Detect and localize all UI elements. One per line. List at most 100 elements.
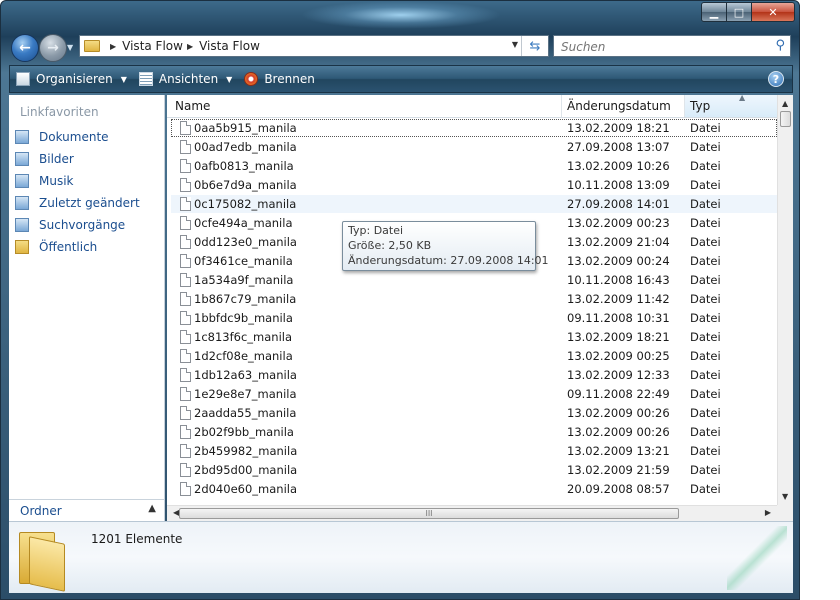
file-icon <box>180 406 191 420</box>
file-name: 2b459982_manila <box>194 444 298 458</box>
breadcrumb-item[interactable]: Vista Flow <box>199 39 260 53</box>
table-row[interactable]: 2d040e60_manila 20.09.2008 08:57 Datei <box>171 480 777 498</box>
search-input[interactable] <box>559 37 763 57</box>
file-type: Datei <box>690 292 721 306</box>
file-date: 10.11.2008 13:09 <box>567 178 670 192</box>
nav-item-label: Bilder <box>39 152 74 166</box>
table-row[interactable]: 1bbfdc9b_manila 09.11.2008 10:31 Datei <box>171 309 777 327</box>
file-icon <box>180 368 191 382</box>
views-label: Ansichten <box>158 72 219 86</box>
file-date: 13.02.2009 18:21 <box>567 121 670 135</box>
burn-label: Brennen <box>264 72 315 86</box>
file-name: 1c813f6c_manila <box>194 330 293 344</box>
file-type: Datei <box>690 178 721 192</box>
command-bar: Organisieren ▼ Ansichten ▼ Brennen ? <box>9 65 793 93</box>
history-dropdown-icon[interactable]: ▼ <box>67 43 73 52</box>
recent-icon <box>15 196 29 210</box>
file-type: Datei <box>690 482 721 496</box>
table-row[interactable]: 0aa5b915_manila 13.02.2009 18:21 Datei <box>171 119 777 137</box>
table-row[interactable]: 0b6e7d9a_manila 10.11.2008 13:09 Datei <box>171 176 777 194</box>
table-row[interactable]: 1e29e8e7_manila 09.11.2008 22:49 Datei <box>171 385 777 403</box>
table-row[interactable]: 2bd95d00_manila 13.02.2009 21:59 Datei <box>171 461 777 479</box>
maximize-button[interactable]: □ <box>727 2 752 22</box>
burn-button[interactable]: Brennen <box>238 66 320 92</box>
column-header-date[interactable]: Änderungsdatum <box>567 99 671 113</box>
horizontal-scrollbar[interactable]: ◀ III ▶ <box>167 505 777 521</box>
views-button[interactable]: Ansichten ▼ <box>133 66 238 92</box>
back-button[interactable]: ← <box>11 34 39 62</box>
nav-item-label: Suchvorgänge <box>39 218 126 232</box>
file-date: 27.09.2008 13:07 <box>567 140 670 154</box>
minimize-button[interactable]: ▁ <box>701 2 727 22</box>
file-name: 0c175082_manila <box>194 197 297 211</box>
horizontal-scroll-thumb[interactable]: III <box>179 508 679 519</box>
scroll-up-icon[interactable]: ▲ <box>782 99 788 108</box>
forward-button[interactable]: → <box>39 34 67 62</box>
table-row[interactable]: 1c813f6c_manila 13.02.2009 18:21 Datei <box>171 328 777 346</box>
column-divider[interactable] <box>684 95 685 117</box>
navigation-pane: Linkfavoriten Dokumente Bilder Musik Zul… <box>9 95 165 521</box>
nav-item-public[interactable]: Öffentlich <box>15 237 161 257</box>
nav-item-pictures[interactable]: Bilder <box>15 149 161 169</box>
table-row[interactable]: 1a534a9f_manila 10.11.2008 16:43 Datei <box>171 271 777 289</box>
file-info-tooltip: Typ: Datei Größe: 2,50 KB Änderungsdatum… <box>342 221 549 271</box>
table-row[interactable]: 1db12a63_manila 13.02.2009 12:33 Datei <box>171 366 777 384</box>
file-date: 13.02.2009 00:26 <box>567 425 670 439</box>
file-icon <box>180 216 191 230</box>
file-type: Datei <box>690 444 721 458</box>
vertical-scroll-thumb[interactable] <box>780 111 791 127</box>
folders-toggle[interactable]: Ordner ▲ <box>9 499 165 521</box>
table-row[interactable]: 00ad7edb_manila 27.09.2008 13:07 Datei <box>171 138 777 156</box>
address-bar[interactable]: ▶ Vista Flow ▶ Vista Flow ▼ ⇆ <box>79 35 549 57</box>
organize-button[interactable]: Organisieren ▼ <box>10 66 133 92</box>
file-name: 1b867c79_manila <box>194 292 297 306</box>
nav-item-label: Musik <box>39 174 74 188</box>
address-dropdown-icon[interactable]: ▼ <box>512 40 518 49</box>
scroll-right-icon[interactable]: ▶ <box>765 508 771 517</box>
file-type: Datei <box>690 254 721 268</box>
table-row[interactable]: 0afb0813_manila 13.02.2009 10:26 Datei <box>171 157 777 175</box>
help-icon[interactable]: ? <box>768 71 784 87</box>
file-type: Datei <box>690 235 721 249</box>
file-name: 0afb0813_manila <box>194 159 294 173</box>
file-date: 27.09.2008 14:01 <box>567 197 670 211</box>
tooltip-modified: Änderungsdatum: 27.09.2008 14:01 <box>348 254 549 267</box>
file-icon <box>180 387 191 401</box>
file-type: Datei <box>690 463 721 477</box>
column-header-name[interactable]: Name <box>175 99 210 113</box>
breadcrumb-item[interactable]: Vista Flow <box>122 39 183 53</box>
scroll-down-icon[interactable]: ▼ <box>782 492 788 501</box>
folder-icon <box>84 40 100 52</box>
search-icon[interactable]: ⚲ <box>775 38 785 53</box>
breadcrumb-arrow-icon[interactable]: ▶ <box>110 42 116 51</box>
breadcrumb-arrow-icon[interactable]: ▶ <box>187 42 193 51</box>
refresh-icon[interactable]: ⇆ <box>521 36 548 56</box>
column-header-type[interactable]: Typ <box>690 99 710 113</box>
title-bar[interactable]: ▁ □ ✕ <box>1 1 799 29</box>
search-box[interactable]: ⚲ <box>553 35 791 57</box>
table-row[interactable]: 2aadda55_manila 13.02.2009 00:26 Datei <box>171 404 777 422</box>
nav-item-documents[interactable]: Dokumente <box>15 127 161 147</box>
file-date: 09.11.2008 22:49 <box>567 387 670 401</box>
music-icon <box>15 174 29 188</box>
burn-disc-icon <box>244 72 259 86</box>
title-bar-glow <box>301 1 501 29</box>
close-button[interactable]: ✕ <box>752 2 795 22</box>
file-icon <box>180 159 191 173</box>
table-row[interactable]: 1d2cf08e_manila 13.02.2009 00:25 Datei <box>171 347 777 365</box>
nav-item-searches[interactable]: Suchvorgänge <box>15 215 161 235</box>
nav-item-recent[interactable]: Zuletzt geändert <box>15 193 161 213</box>
table-row[interactable]: 1b867c79_manila 13.02.2009 11:42 Datei <box>171 290 777 308</box>
file-icon <box>180 235 191 249</box>
file-icon <box>180 425 191 439</box>
column-divider[interactable] <box>561 95 562 117</box>
file-date: 10.11.2008 16:43 <box>567 273 670 287</box>
table-row[interactable]: 2b459982_manila 13.02.2009 13:21 Datei <box>171 442 777 460</box>
vertical-scrollbar[interactable]: ▲ ▼ <box>777 95 793 505</box>
file-date: 13.02.2009 12:33 <box>567 368 670 382</box>
nav-item-music[interactable]: Musik <box>15 171 161 191</box>
file-name: 0f3461ce_manila <box>194 254 293 268</box>
file-type: Datei <box>690 387 721 401</box>
table-row[interactable]: 0c175082_manila 27.09.2008 14:01 Datei <box>171 195 777 213</box>
table-row[interactable]: 2b02f9bb_manila 13.02.2009 00:26 Datei <box>171 423 777 441</box>
